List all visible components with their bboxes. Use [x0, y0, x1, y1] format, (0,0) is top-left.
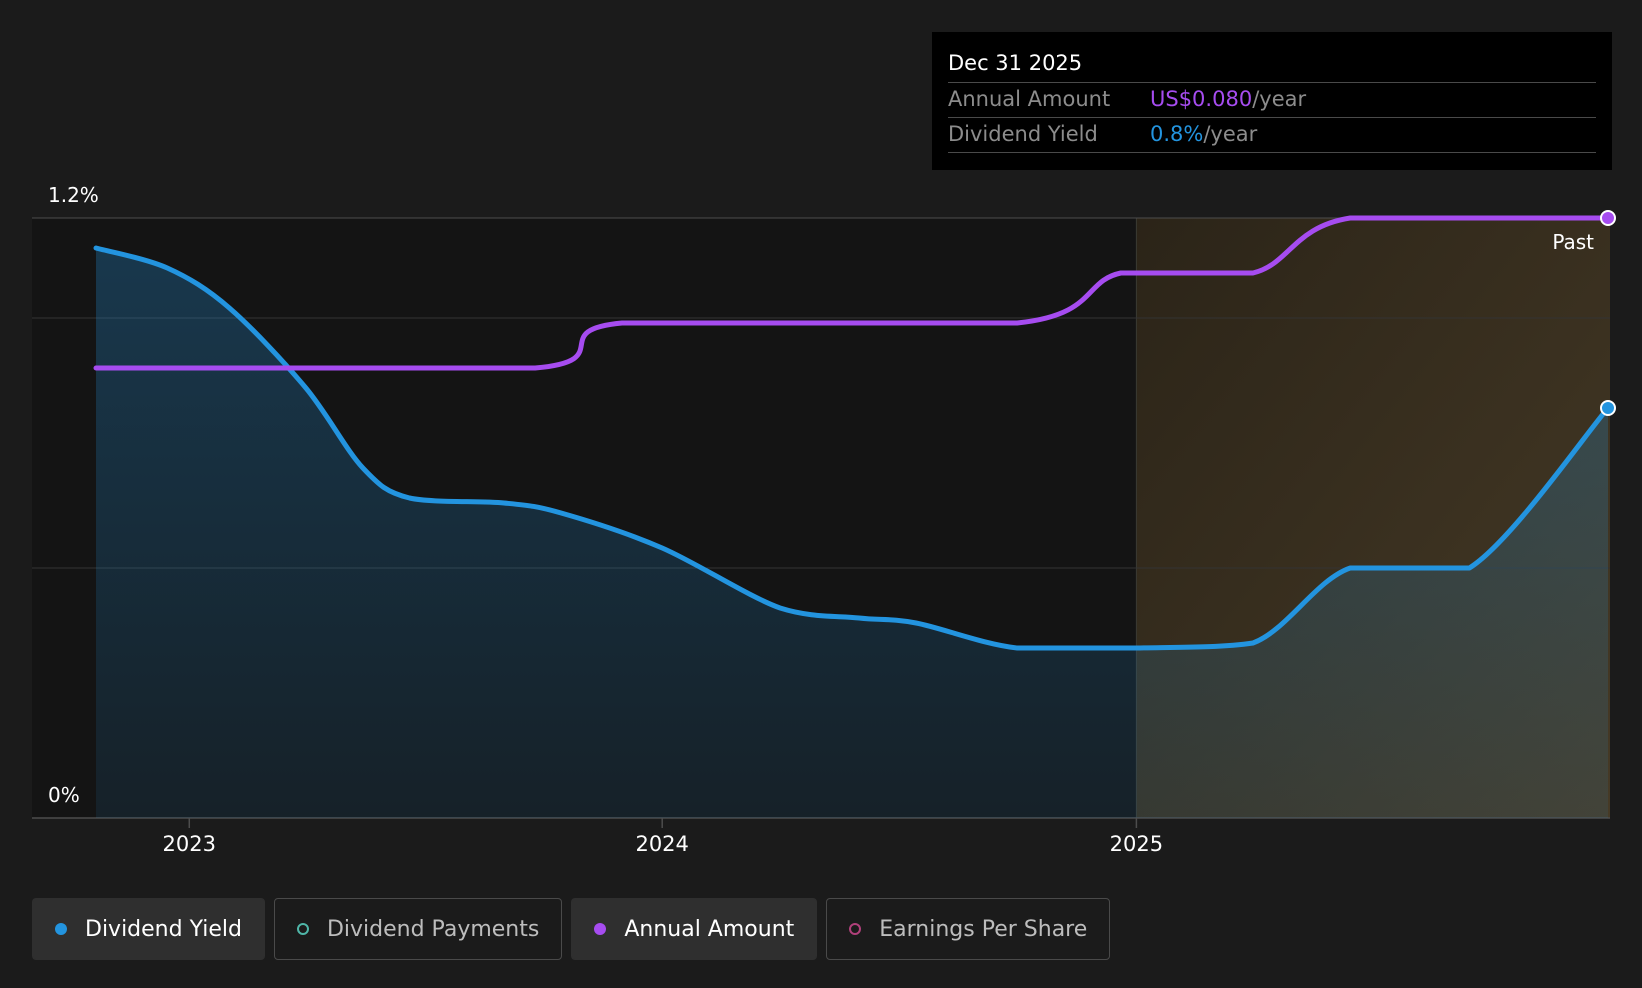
legend-label: Earnings Per Share	[879, 916, 1088, 942]
legend-label: Dividend Payments	[326, 916, 540, 942]
legend-dot-icon	[296, 923, 309, 935]
annual-amount-end-marker	[1600, 210, 1616, 226]
dividend-yield-end-marker	[1600, 400, 1616, 416]
tooltip-label: Dividend Yield	[948, 122, 1098, 146]
legend-dividend-yield[interactable]: Dividend Yield	[32, 898, 265, 960]
tooltip-value: US$0.080	[1150, 87, 1253, 111]
tooltip: Dec 31 2025 Annual Amount US$0.080 /year…	[932, 32, 1612, 170]
legend: Dividend Yield Dividend Payments Annual …	[32, 898, 1111, 960]
legend-dot-icon	[594, 923, 607, 935]
tooltip-label: Annual Amount	[948, 87, 1111, 111]
tooltip-unit: /year	[1252, 87, 1307, 111]
legend-dot-icon	[849, 923, 862, 935]
tooltip-date: Dec 31 2025	[948, 48, 1596, 83]
y-tick-label: 0%	[48, 783, 80, 807]
x-tick-label: 2025	[1110, 832, 1163, 856]
legend-dividend-payments[interactable]: Dividend Payments	[273, 898, 563, 960]
legend-dot-icon	[55, 923, 67, 935]
tooltip-unit: /year	[1203, 122, 1258, 146]
tooltip-row-dividend-yield: Dividend Yield 0.8% /year	[948, 118, 1596, 153]
y-tick-label: 1.2%	[48, 183, 99, 207]
tooltip-value: 0.8%	[1150, 122, 1204, 146]
tooltip-row-annual-amount: Annual Amount US$0.080 /year	[948, 83, 1596, 118]
legend-annual-amount[interactable]: Annual Amount	[571, 898, 818, 960]
legend-label: Annual Amount	[624, 916, 795, 942]
past-label: Past	[1552, 230, 1594, 254]
legend-earnings-per-share[interactable]: Earnings Per Share	[826, 898, 1111, 960]
x-tick-label: 2023	[163, 832, 216, 856]
x-tick-label: 2024	[635, 832, 688, 856]
legend-label: Dividend Yield	[85, 916, 242, 942]
